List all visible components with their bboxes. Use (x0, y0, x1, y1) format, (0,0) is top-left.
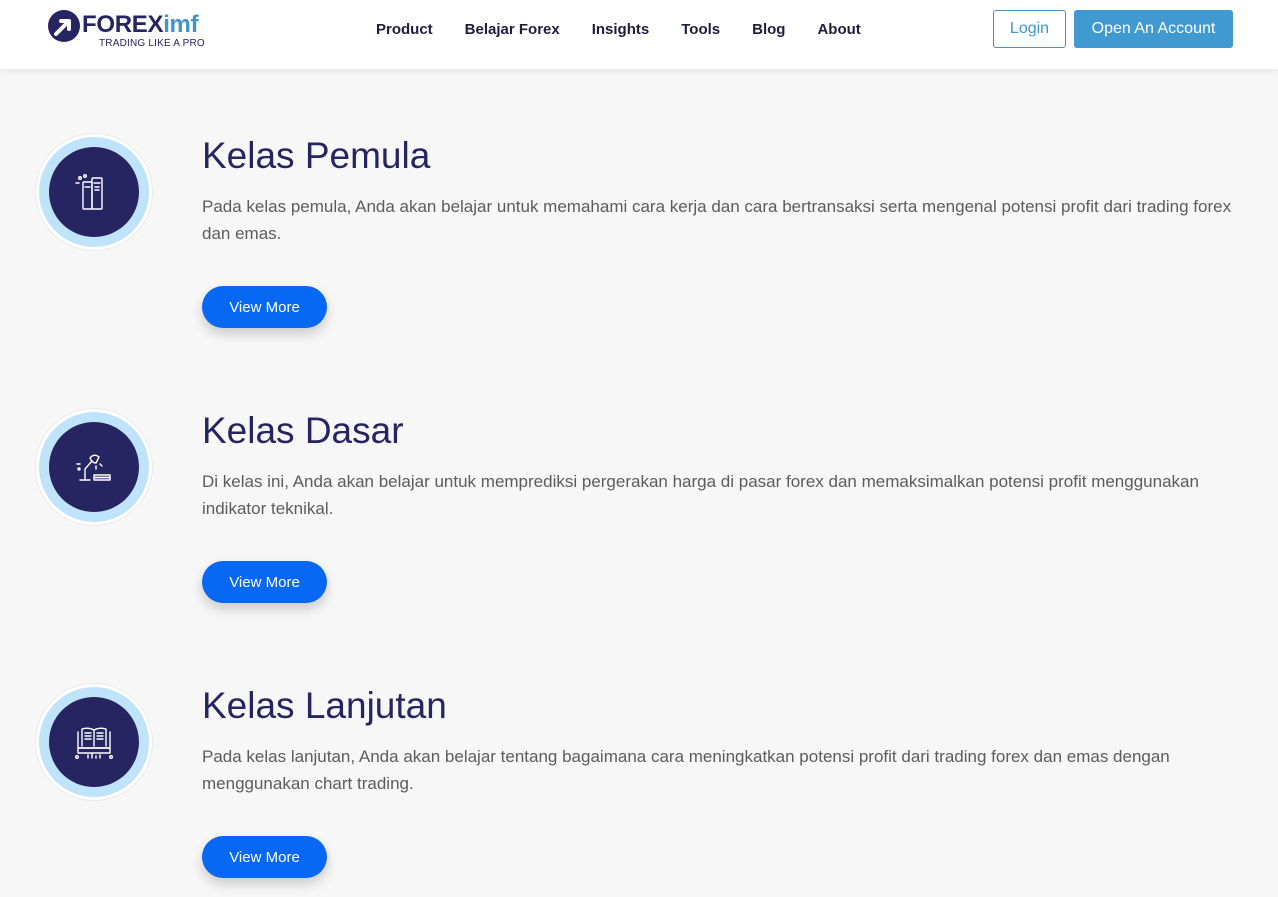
course-kelas-dasar: Kelas Dasar Di kelas ini, Anda akan bela… (0, 359, 1278, 609)
view-more-button[interactable]: View More (202, 561, 327, 603)
course-icon-ring (36, 684, 152, 800)
course-description: Di kelas ini, Anda akan belajar untuk me… (202, 472, 1199, 518)
logo-tagline: TRADING LIKE A PRO (99, 38, 205, 49)
course-title: Kelas Dasar (202, 410, 404, 451)
login-button[interactable]: Login (993, 10, 1066, 48)
view-more-button[interactable]: View More (202, 286, 327, 328)
course-icon-core (49, 697, 139, 787)
open-account-button[interactable]: Open An Account (1074, 10, 1233, 48)
course-icon-ring (36, 409, 152, 525)
course-description: Pada kelas pemula, Anda akan belajar unt… (202, 197, 1232, 243)
desk-lamp-icon (76, 454, 111, 481)
course-icon-core (49, 147, 139, 237)
nav-product[interactable]: Product (376, 18, 433, 42)
course-icon-ring (36, 134, 152, 250)
course-title: Kelas Lanjutan (202, 685, 447, 726)
main-nav: Product Belajar Forex Insights Tools Blo… (376, 18, 861, 42)
course-kelas-lanjutan: Kelas Lanjutan Pada kelas lanjutan, Anda… (0, 634, 1278, 884)
forexmf-logo[interactable]: FOREXimf TRADING LIKE A PRO (47, 8, 217, 54)
nav-belajar-forex[interactable]: Belajar Forex (465, 18, 560, 42)
open-book-icon (75, 727, 114, 760)
logo-arrow-icon (48, 10, 80, 42)
site-header: FOREXimf TRADING LIKE A PRO Product Bela… (0, 0, 1278, 69)
nav-insights[interactable]: Insights (592, 18, 650, 42)
books-icon (75, 174, 103, 210)
course-kelas-pemula: Kelas Pemula Pada kelas pemula, Anda aka… (0, 84, 1278, 334)
course-icon-core (49, 422, 139, 512)
course-description: Pada kelas lanjutan, Anda akan belajar t… (202, 747, 1170, 793)
view-more-button[interactable]: View More (202, 836, 327, 878)
nav-tools[interactable]: Tools (681, 18, 720, 42)
logo-wordmark: FOREXimf (82, 11, 199, 38)
nav-blog[interactable]: Blog (752, 18, 785, 42)
course-title: Kelas Pemula (202, 135, 431, 176)
nav-about[interactable]: About (817, 18, 860, 42)
